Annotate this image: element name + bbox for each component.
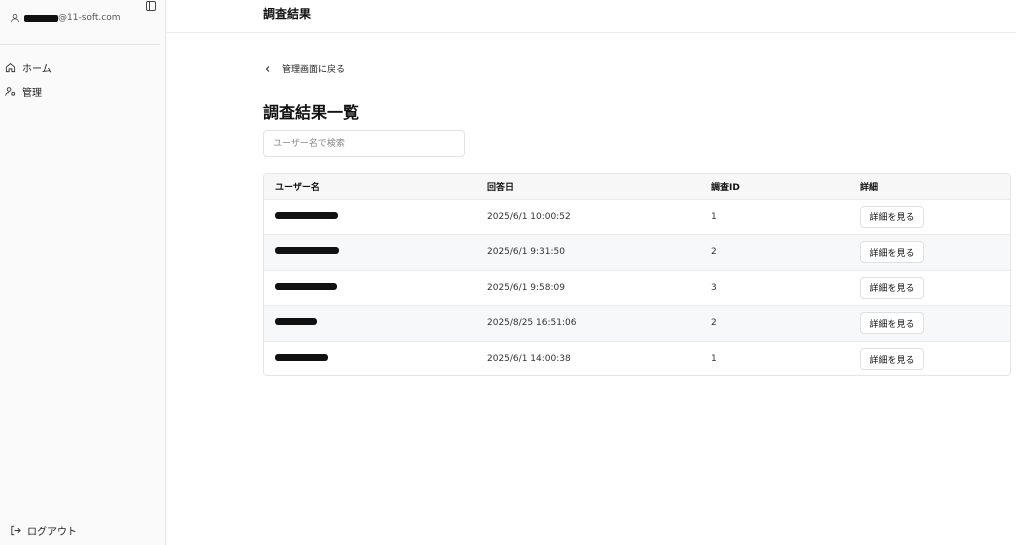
back-label: 管理画面に戻る bbox=[282, 65, 346, 75]
view-detail-button[interactable]: 詳細を見る bbox=[860, 205, 924, 228]
logout-button[interactable]: ログアウト bbox=[10, 523, 77, 538]
sidebar-item-label: 管理 bbox=[22, 88, 42, 99]
redacted-username bbox=[275, 354, 328, 361]
user-info: @11-soft.com bbox=[10, 13, 121, 23]
redacted-username bbox=[275, 282, 337, 290]
survey-id-cell: 1 bbox=[711, 211, 717, 222]
user-settings-icon bbox=[5, 87, 16, 96]
username-cell bbox=[264, 306, 487, 342]
home-icon bbox=[5, 63, 16, 73]
top-bar: 調査結果 bbox=[167, 0, 1016, 33]
sidebar-item-home[interactable]: ホーム bbox=[5, 60, 52, 75]
main-content: 調査結果 管理画面に戻る 調査結果一覧 ユーザー名 回答日 調査ID 詳細 20… bbox=[167, 0, 1024, 545]
date-cell: 2025/6/1 10:00:52 bbox=[487, 211, 571, 222]
back-to-admin-link[interactable]: 管理画面に戻る bbox=[264, 62, 345, 75]
username-cell bbox=[264, 270, 487, 306]
table-row: 2025/6/1 9:31:50 2 詳細を見る bbox=[264, 234, 1010, 271]
view-detail-button[interactable]: 詳細を見る bbox=[860, 241, 924, 264]
header-title: 調査結果 bbox=[263, 7, 312, 21]
view-detail-button[interactable]: 詳細を見る bbox=[860, 312, 924, 335]
date-cell: 2025/6/1 14:00:38 bbox=[487, 354, 571, 364]
redacted-username bbox=[24, 14, 58, 22]
date-cell: 2025/6/1 9:31:50 bbox=[487, 247, 565, 258]
survey-id-cell: 1 bbox=[711, 354, 717, 364]
sidebar-item-admin[interactable]: 管理 bbox=[5, 84, 42, 99]
username-cell bbox=[264, 235, 487, 271]
logout-icon bbox=[11, 525, 21, 536]
table-row: 2025/6/1 10:00:52 1 詳細を見る bbox=[264, 199, 1010, 235]
username-cell bbox=[264, 199, 487, 235]
date-cell: 2025/6/1 9:58:09 bbox=[487, 282, 565, 293]
user-email-suffix: @11-soft.com bbox=[58, 13, 121, 23]
redacted-username bbox=[275, 247, 339, 255]
date-cell: 2025/8/25 16:51:06 bbox=[487, 318, 577, 329]
username-search-input[interactable] bbox=[263, 130, 465, 157]
view-detail-button[interactable]: 詳細を見る bbox=[860, 276, 924, 299]
sidebar-divider bbox=[0, 44, 160, 45]
table-header-row: ユーザー名 回答日 調査ID 詳細 bbox=[264, 174, 1010, 199]
survey-id-cell: 2 bbox=[711, 247, 717, 258]
column-header-username: ユーザー名 bbox=[275, 182, 320, 193]
page-title: 調査結果一覧 bbox=[263, 103, 360, 122]
logout-label: ログアウト bbox=[27, 527, 77, 538]
redacted-username bbox=[275, 318, 317, 326]
sidebar-toggle-icon[interactable] bbox=[145, 0, 157, 12]
survey-id-cell: 2 bbox=[711, 318, 717, 329]
column-header-survey-id: 調査ID bbox=[711, 182, 740, 193]
survey-id-cell: 3 bbox=[711, 282, 717, 293]
redacted-username bbox=[275, 211, 338, 219]
sidebar-item-label: ホーム bbox=[22, 64, 52, 75]
username-cell bbox=[264, 341, 487, 375]
table-row: 2025/6/1 9:58:09 3 詳細を見る bbox=[264, 270, 1010, 306]
chevron-left-icon bbox=[265, 65, 270, 72]
column-header-detail: 詳細 bbox=[860, 182, 879, 193]
table-row: 2025/6/1 14:00:38 1 詳細を見る bbox=[264, 341, 1010, 375]
column-header-date: 回答日 bbox=[487, 182, 515, 193]
user-icon bbox=[11, 14, 19, 23]
sidebar: @11-soft.com ホーム 管理 ログアウト bbox=[0, 0, 166, 545]
table-row: 2025/8/25 16:51:06 2 詳細を見る bbox=[264, 305, 1010, 342]
results-table: ユーザー名 回答日 調査ID 詳細 2025/6/1 10:00:52 1 詳細… bbox=[263, 173, 1011, 376]
view-detail-button[interactable]: 詳細を見る bbox=[860, 348, 924, 370]
